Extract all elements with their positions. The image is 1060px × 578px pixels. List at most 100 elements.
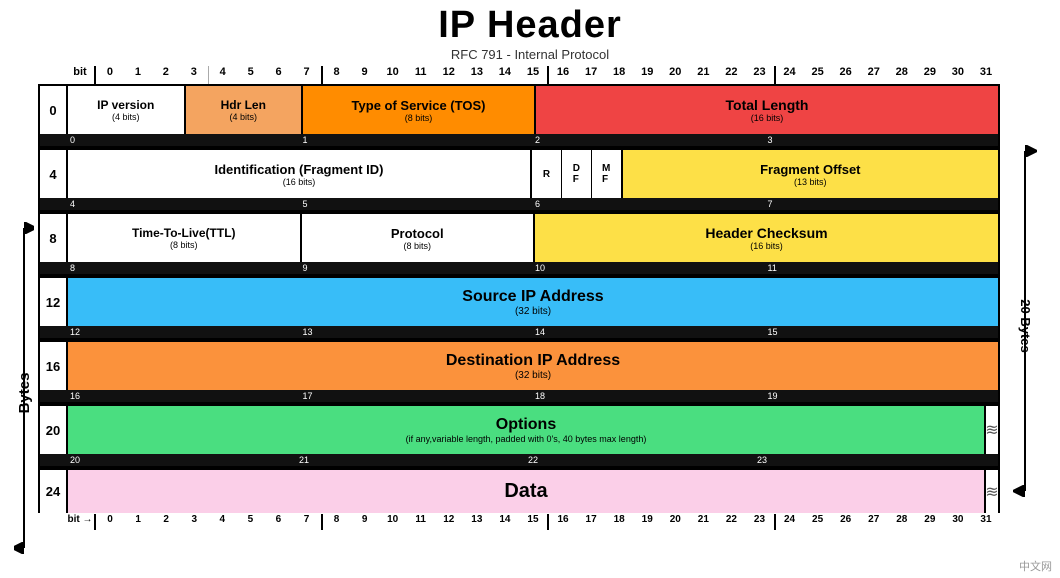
bot-bit-27: 27 [860,514,888,530]
byte-label-12: 12 [40,278,68,326]
num-spacer-16 [40,390,68,402]
num-21: 21 [297,454,526,466]
row-24: 24 Data ≋ [38,468,1000,513]
bit-3: 3 [180,66,208,84]
cell-r-flag: R [532,150,562,198]
num-5: 5 [301,198,534,210]
bot-bit-17: 17 [577,514,605,530]
bit-31: 31 [972,66,1000,84]
row-12-header: 12 Source IP Address (32 bits) [38,276,1000,326]
cell-ip-version: IP version (4 bits) [68,86,186,134]
bit-30: 30 [944,66,972,84]
num-7: 7 [766,198,999,210]
cell-total-length-label: Total Length [726,97,809,113]
num-23: 23 [755,454,984,466]
bot-bit-31: 31 [972,514,1000,530]
bottom-bit-group-0-7: 0 1 2 3 4 5 6 7 [94,514,323,530]
bit-numbers: 0 1 2 3 4 5 6 7 8 9 10 11 12 [94,66,1000,84]
num-10: 10 [533,262,766,274]
bot-bit-16: 16 [549,514,577,530]
bit-11: 11 [407,66,435,84]
num-6: 6 [533,198,766,210]
bit-group-0-7: 0 1 2 3 4 5 6 7 [94,66,323,84]
num-spacer-12 [40,326,68,338]
row-20: 20 Options (if any,variable length, padd… [38,404,1000,468]
page-title: IP Header [0,4,1060,47]
bot-bit-13: 13 [463,514,491,530]
cell-tos: Type of Service (TOS) (8 bits) [303,86,536,134]
cell-ttl: Time-To-Live(TTL) (8 bits) [68,214,302,262]
cell-hdr-len-sub: (4 bits) [229,112,257,122]
bot-bit-6: 6 [264,514,292,530]
cell-total-length-sub: (16 bits) [751,113,784,123]
row-4-numbers: 4 5 6 7 [38,198,1000,212]
num-spacer-zigzag [984,454,998,466]
row-12-numbers: 12 13 14 15 [38,326,1000,340]
bottom-bit-numbers: 0 1 2 3 4 5 6 7 8 9 10 11 12 [94,514,1000,530]
bit-19: 19 [633,66,661,84]
cell-mf-flag: MF [592,150,623,198]
num-14: 14 [533,326,766,338]
zigzag-options-right: ≋ [984,406,998,454]
num-19: 19 [766,390,999,402]
bot-bit-4: 4 [208,514,236,530]
bot-bit-23: 23 [745,514,773,530]
bot-bit-28: 28 [888,514,916,530]
cell-hdr-len: Hdr Len (4 bits) [186,86,304,134]
byte-label-24: 24 [40,470,68,513]
right-arrow-icon: 20 Bytes [1007,141,1043,501]
bit-23: 23 [745,66,773,84]
cell-header-checksum-sub: (16 bits) [750,241,783,251]
bit-12: 12 [435,66,463,84]
row-8-numbers: 8 9 10 11 [38,262,1000,276]
num-spacer-0 [40,134,68,146]
row-12: 12 Source IP Address (32 bits) 12 13 14 … [38,276,1000,340]
bot-bit-19: 19 [633,514,661,530]
byte-label-16: 16 [40,342,68,390]
num-13: 13 [301,326,534,338]
cell-fragment-offset-sub: (13 bits) [794,177,827,187]
bit-22: 22 [717,66,745,84]
bit-9: 9 [351,66,379,84]
bit-29: 29 [916,66,944,84]
cell-total-length: Total Length (16 bits) [536,86,998,134]
bit-21: 21 [689,66,717,84]
bit-4: 4 [208,66,237,84]
bit-24: 24 [776,66,804,84]
byte-label-8: 8 [40,214,68,262]
cell-ip-version-sub: (4 bits) [112,112,140,122]
bot-bit-18: 18 [605,514,633,530]
num-18: 18 [533,390,766,402]
bottom-bit-group-8-15: 8 9 10 11 12 13 14 15 [323,514,550,530]
cell-dest-ip-sub: (32 bits) [515,370,551,381]
bit-2: 2 [152,66,180,84]
cell-identification: Identification (Fragment ID) (16 bits) [68,150,532,198]
bit-header-label: bit [66,66,94,84]
bot-bit-21: 21 [689,514,717,530]
right-label: 20 Bytes [1000,66,1050,576]
num-spacer-20 [40,454,68,466]
left-label: Bytes [10,66,38,576]
num-2: 2 [533,134,766,146]
bot-bit-5: 5 [236,514,264,530]
row-8: 8 Time-To-Live(TTL) (8 bits) Protocol (8… [38,212,1000,276]
cell-protocol: Protocol (8 bits) [302,214,536,262]
bot-bit-22: 22 [717,514,745,530]
row-0-header: 0 IP version (4 bits) Hdr Len (4 bits) T… [38,84,1000,134]
bit-26: 26 [832,66,860,84]
num-1: 1 [301,134,534,146]
num-9: 9 [301,262,534,274]
bot-bit-20: 20 [661,514,689,530]
cell-hdr-len-label: Hdr Len [221,98,266,112]
bit-18: 18 [605,66,633,84]
bot-bit-0: 0 [96,514,124,530]
bot-bit-8: 8 [323,514,351,530]
row-16-numbers: 16 17 18 19 [38,390,1000,404]
num-8: 8 [68,262,301,274]
bit-7: 7 [293,66,321,84]
num-4: 4 [68,198,301,210]
bottom-bit-group-16-23: 16 17 18 19 20 21 22 23 [549,514,776,530]
cell-ttl-label: Time-To-Live(TTL) [132,226,236,240]
cell-data-label: Data [504,480,547,503]
diagram-wrapper: Bytes bit 0 1 2 3 4 5 6 7 [10,66,1050,576]
